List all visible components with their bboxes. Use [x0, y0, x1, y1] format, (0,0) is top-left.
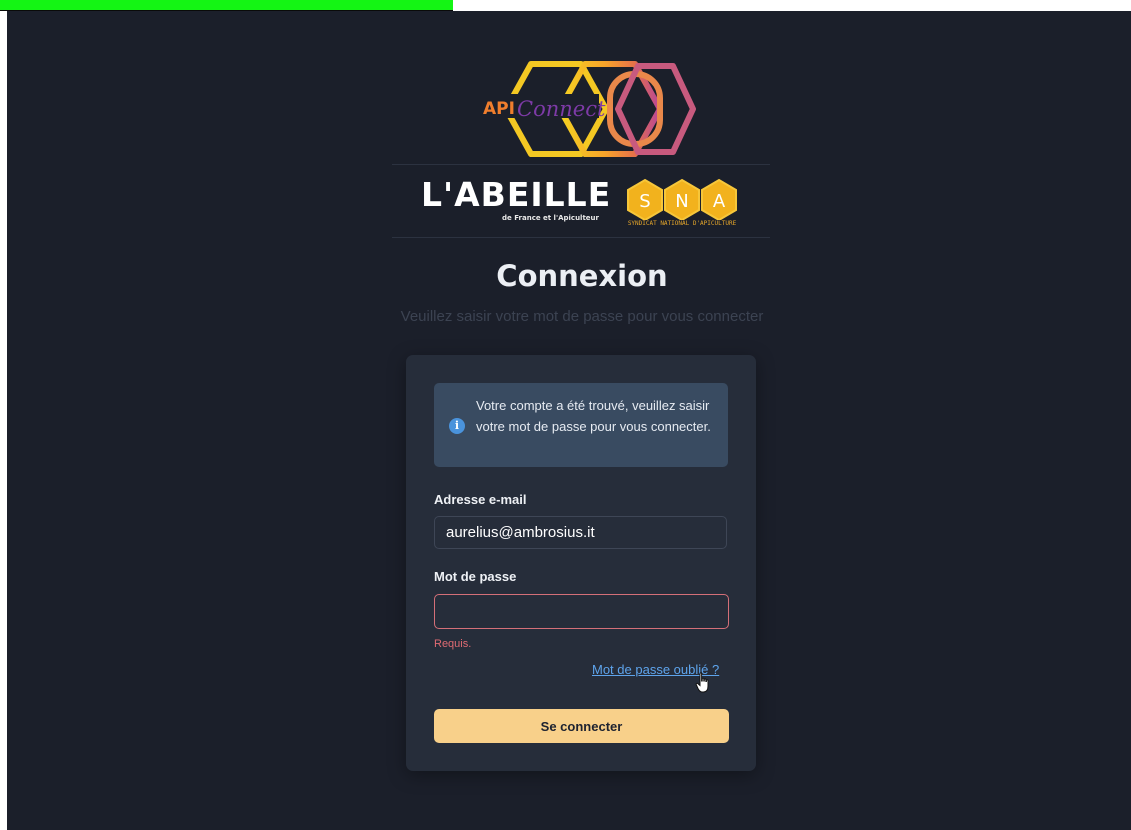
abeille-subtitle: de France et l'Apiculteur: [502, 214, 599, 222]
connect-logo-text: Connect: [517, 97, 606, 121]
sna-letter-n: N: [675, 191, 688, 212]
password-field[interactable]: [434, 594, 729, 629]
apiconnect-logo: API Connect: [481, 61, 696, 157]
sna-logo: S N A SYNDICAT NATIONAL D'APICULTURE: [619, 176, 745, 234]
abeille-title: L'ABEILLE: [421, 175, 612, 214]
logo-divider-bottom: [392, 237, 770, 238]
page-title: Connexion: [496, 259, 668, 293]
info-alert: i Votre compte a été trouvé, veuillez sa…: [434, 383, 728, 467]
info-message: Votre compte a été trouvé, veuillez sais…: [476, 398, 711, 434]
page-subtitle: Veuillez saisir votre mot de passe pour …: [400, 308, 764, 325]
login-button[interactable]: Se connecter: [434, 709, 729, 743]
sna-caption: SYNDICAT NATIONAL D'APICULTURE: [627, 220, 737, 227]
password-label: Mot de passe: [434, 569, 517, 584]
login-page: API Connect L'ABEILLE de France et l'Api…: [7, 11, 1131, 830]
hand-pointer-icon: [695, 672, 709, 693]
top-highlight-strip: [0, 0, 453, 11]
logo-divider-top: [392, 164, 770, 165]
email-label: Adresse e-mail: [434, 492, 527, 507]
api-logo-text: API: [483, 99, 515, 119]
sna-letter-s: S: [639, 191, 650, 212]
password-error: Requis.: [434, 638, 472, 650]
sna-hexagons: S N A: [627, 178, 737, 222]
sna-letter-a: A: [713, 191, 726, 212]
email-field[interactable]: [434, 516, 727, 549]
login-card: i Votre compte a été trouvé, veuillez sa…: [406, 355, 756, 771]
abeille-logo: L'ABEILLE de France et l'Apiculteur: [421, 177, 611, 233]
info-circle-icon: i: [449, 418, 465, 434]
